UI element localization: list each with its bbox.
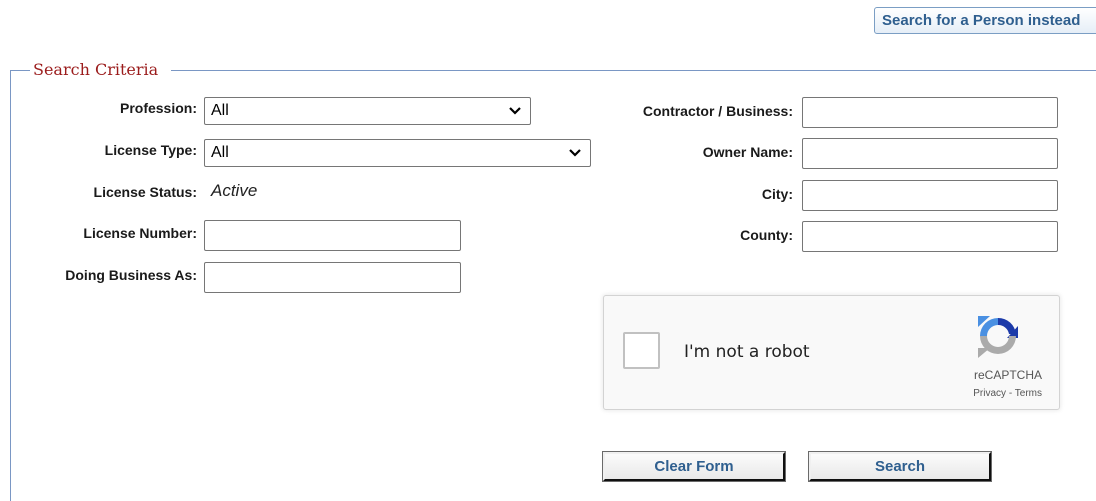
recaptcha-widget: I'm not a robot reCAPTCHA Privacy - Term… (603, 295, 1060, 410)
recaptcha-logo-icon (978, 316, 1018, 358)
fieldset-border (171, 70, 1096, 71)
owner-name-input[interactable] (802, 138, 1058, 169)
license-number-input[interactable] (204, 220, 461, 251)
license-number-label: License Number: (83, 225, 197, 241)
recaptcha-brand: reCAPTCHA (973, 368, 1042, 382)
county-input[interactable] (802, 221, 1058, 252)
doing-business-as-input[interactable] (204, 262, 461, 293)
search-person-button[interactable]: Search for a Person instead (874, 7, 1096, 34)
license-type-label: License Type: (104, 142, 197, 158)
city-label: City: (761, 186, 793, 202)
fieldset-legend: Search Criteria (33, 60, 159, 79)
license-status-value: Active (211, 181, 258, 200)
doing-business-as-label: Doing Business As: (65, 267, 197, 283)
recaptcha-checkbox[interactable] (623, 332, 660, 369)
chevron-down-icon (509, 107, 521, 115)
recaptcha-label: I'm not a robot (684, 342, 810, 362)
recaptcha-terms-link[interactable]: Terms (1015, 388, 1042, 399)
contractor-business-label: Contractor / Business: (642, 103, 793, 119)
owner-name-label: Owner Name: (702, 144, 793, 160)
fieldset-border (10, 70, 11, 501)
county-label: County: (740, 227, 793, 243)
profession-label: Profession: (119, 100, 197, 116)
city-input[interactable] (802, 180, 1058, 211)
fieldset-border (10, 70, 30, 71)
profession-select-value: All (211, 102, 229, 119)
recaptcha-privacy-link[interactable]: Privacy (973, 388, 1006, 399)
license-type-select[interactable]: All (204, 139, 591, 167)
clear-form-button[interactable]: Clear Form (602, 451, 786, 482)
profession-select[interactable]: All (204, 97, 531, 125)
license-status-label: License Status: (93, 184, 197, 200)
license-type-select-value: All (211, 144, 229, 161)
contractor-business-input[interactable] (802, 97, 1058, 128)
recaptcha-links-separator: - (1006, 388, 1015, 399)
search-button[interactable]: Search (808, 451, 992, 482)
recaptcha-links: Privacy - Terms (973, 388, 1042, 400)
